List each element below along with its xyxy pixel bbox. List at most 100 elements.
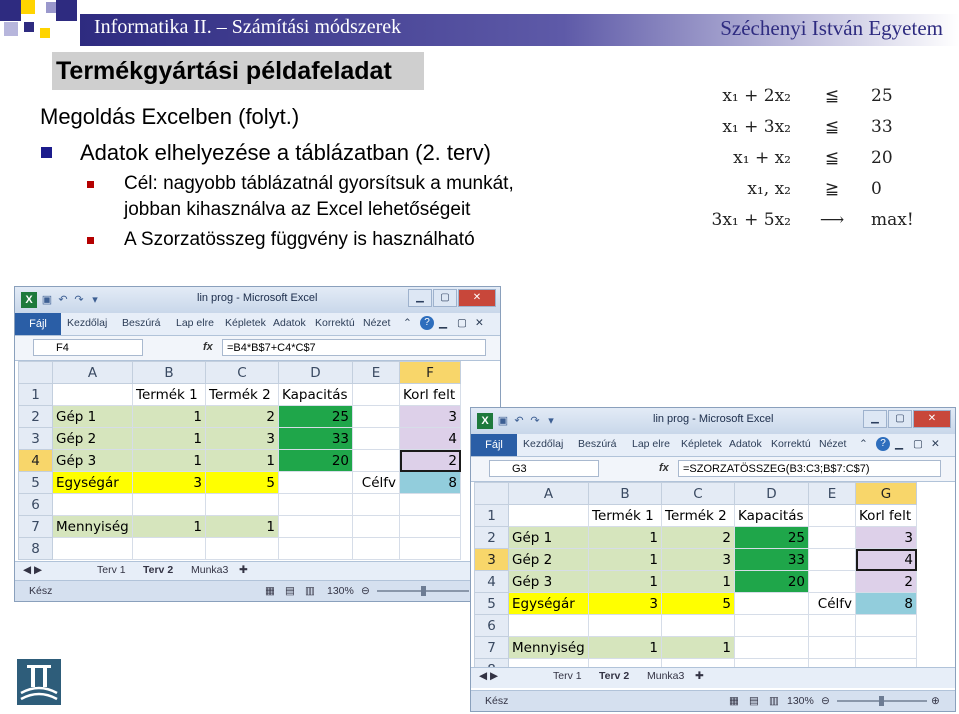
redo-icon[interactable]: ↷ <box>73 294 85 306</box>
cell[interactable]: 2 <box>205 405 279 428</box>
row-header[interactable]: 4 <box>474 570 509 593</box>
row-header[interactable]: 2 <box>18 405 53 428</box>
formula-input[interactable]: =B4*B$7+C4*C$7 <box>222 339 486 356</box>
cell[interactable] <box>508 614 589 637</box>
cell[interactable]: Mennyiség <box>508 636 589 659</box>
tab-view[interactable]: Nézet <box>363 317 390 329</box>
column-header[interactable]: B <box>132 361 206 384</box>
row-header[interactable]: 8 <box>18 537 53 560</box>
cell[interactable] <box>52 537 133 560</box>
save-icon[interactable]: ▣ <box>41 294 53 306</box>
row-header[interactable]: 1 <box>474 504 509 527</box>
tab-review[interactable]: Korrektú <box>315 317 355 329</box>
zoom-out-icon[interactable]: ⊖ <box>361 585 370 597</box>
zoom-slider-knob[interactable] <box>421 586 426 596</box>
cell[interactable]: Termék 1 <box>132 383 206 406</box>
cell[interactable]: Korl felt <box>399 383 461 406</box>
cell[interactable] <box>808 548 856 571</box>
cell[interactable]: 1 <box>661 636 735 659</box>
view-layout-icon[interactable]: ▤ <box>749 695 759 707</box>
tab-review[interactable]: Korrektú <box>771 438 811 450</box>
cell[interactable]: Gép 3 <box>508 570 589 593</box>
row-header[interactable]: 4 <box>18 449 53 472</box>
column-header[interactable]: C <box>205 361 279 384</box>
active-cell[interactable]: 4 <box>855 548 917 571</box>
cell[interactable] <box>352 427 400 450</box>
cell[interactable] <box>278 537 353 560</box>
ribbon-restore-icon[interactable]: ▢ <box>457 317 467 329</box>
zoom-in-icon[interactable]: ⊕ <box>931 695 940 707</box>
column-header[interactable]: A <box>508 482 589 505</box>
cell[interactable]: 1 <box>588 570 662 593</box>
cell[interactable]: Termék 1 <box>588 504 662 527</box>
cell[interactable]: 33 <box>734 548 809 571</box>
tab-insert[interactable]: Beszúrá <box>578 438 617 450</box>
row-header[interactable]: 6 <box>18 493 53 516</box>
cell[interactable] <box>399 515 461 538</box>
cell[interactable]: 5 <box>661 592 735 615</box>
new-sheet-icon[interactable]: ✚ <box>239 564 248 576</box>
customize-qat-icon[interactable]: ▾ <box>89 294 101 306</box>
tab-formulas[interactable]: Képletek <box>225 317 266 329</box>
tab-data[interactable]: Adatok <box>273 317 306 329</box>
cell[interactable]: Egységár <box>52 471 133 494</box>
cell[interactable] <box>205 493 279 516</box>
cell[interactable]: 8 <box>855 592 917 615</box>
active-cell[interactable]: 2 <box>399 449 461 472</box>
zoom-out-icon[interactable]: ⊖ <box>821 695 830 707</box>
column-header[interactable]: D <box>734 482 809 505</box>
sheet-tab[interactable]: Terv 1 <box>97 564 126 576</box>
column-header[interactable]: C <box>661 482 735 505</box>
cell[interactable]: 3 <box>399 405 461 428</box>
workbook-close-icon[interactable]: ✕ <box>475 317 484 329</box>
tab-page-layout[interactable]: Lap elre <box>632 438 670 450</box>
view-pagebreak-icon[interactable]: ▥ <box>305 585 315 597</box>
cell[interactable]: 25 <box>278 405 353 428</box>
cell[interactable]: 1 <box>132 427 206 450</box>
cell[interactable] <box>661 614 735 637</box>
cell[interactable] <box>855 614 917 637</box>
tab-home[interactable]: Kezdőlaj <box>67 317 107 329</box>
workbook-close-icon[interactable]: ✕ <box>931 438 940 450</box>
cell[interactable]: 4 <box>399 427 461 450</box>
tab-page-layout[interactable]: Lap elre <box>176 317 214 329</box>
cell[interactable] <box>352 383 400 406</box>
cell[interactable]: Termék 2 <box>661 504 735 527</box>
cell[interactable]: 1 <box>588 526 662 549</box>
cell[interactable] <box>808 526 856 549</box>
cell[interactable]: 3 <box>132 471 206 494</box>
zoom-level[interactable]: 130% <box>327 585 354 597</box>
maximize-icon[interactable]: ▢ <box>433 289 457 307</box>
cell[interactable] <box>52 383 133 406</box>
cell[interactable]: 1 <box>205 515 279 538</box>
cell[interactable] <box>588 614 662 637</box>
sheet-tab[interactable]: Terv 1 <box>553 670 582 682</box>
tab-home[interactable]: Kezdőlaj <box>523 438 563 450</box>
cell[interactable]: 1 <box>132 515 206 538</box>
cell[interactable]: 20 <box>278 449 353 472</box>
cell[interactable]: Termék 2 <box>205 383 279 406</box>
cell[interactable]: Célfv <box>352 471 400 494</box>
cell[interactable] <box>808 570 856 593</box>
cell[interactable] <box>52 493 133 516</box>
cell[interactable] <box>399 537 461 560</box>
cell[interactable]: 3 <box>661 548 735 571</box>
select-all-corner[interactable] <box>18 361 53 384</box>
sheet-tab[interactable]: Munka3 <box>647 670 684 682</box>
cell[interactable]: Kapacitás <box>278 383 353 406</box>
cell[interactable] <box>132 493 206 516</box>
ribbon-minimize-icon[interactable]: ⌃ <box>403 317 412 329</box>
cell[interactable] <box>808 614 856 637</box>
cell[interactable]: Gép 1 <box>508 526 589 549</box>
cell[interactable]: 1 <box>132 405 206 428</box>
cell[interactable]: 1 <box>588 636 662 659</box>
formula-input[interactable]: =SZORZATÖSSZEG(B3:C3;B$7:C$7) <box>678 460 941 477</box>
row-header[interactable]: 3 <box>474 548 509 571</box>
minimize-icon[interactable]: ▁ <box>408 289 432 307</box>
help-icon[interactable]: ? <box>876 437 890 451</box>
column-header[interactable]: A <box>52 361 133 384</box>
tab-file[interactable]: Fájl <box>471 434 517 456</box>
cell[interactable] <box>352 405 400 428</box>
undo-icon[interactable]: ↶ <box>57 294 69 306</box>
cell[interactable] <box>399 493 461 516</box>
